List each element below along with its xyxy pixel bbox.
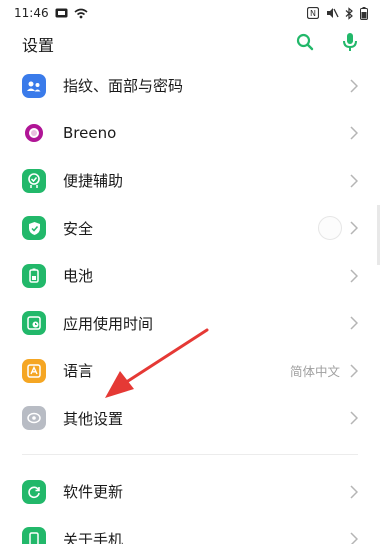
- message-icon: [55, 8, 68, 18]
- settings-item-label: Breeno: [63, 124, 117, 143]
- settings-item-label: 电池: [63, 267, 94, 286]
- page-title: 设置: [22, 36, 55, 55]
- microphone-icon[interactable]: [342, 32, 358, 56]
- battery-status-icon: [360, 6, 368, 20]
- settings-item-label: 便捷辅助: [63, 172, 124, 191]
- settings-item-label: 其他设置: [63, 409, 124, 428]
- settings-item-language[interactable]: 语言 简体中文: [0, 347, 380, 395]
- silent-icon: [325, 7, 339, 19]
- settings-item-label: 指纹、面部与密码: [63, 77, 184, 96]
- language-value: 简体中文: [289, 364, 340, 380]
- chevron-right-icon: [350, 269, 358, 283]
- chevron-right-icon: [350, 221, 358, 235]
- breeno-icon: [22, 121, 46, 145]
- assist-icon: [22, 168, 46, 193]
- chevron-right-icon: [350, 364, 358, 378]
- settings-item-label: 安全: [63, 219, 94, 238]
- app-header: 设置: [0, 26, 380, 62]
- settings-item-breeno[interactable]: Breeno: [0, 110, 380, 158]
- chevron-right-icon: [350, 174, 358, 188]
- bluetooth-icon: [345, 6, 354, 20]
- settings-item-label: 软件更新: [63, 483, 124, 502]
- settings-item-app-usage-time[interactable]: 应用使用时间: [0, 300, 380, 348]
- battery-icon: [22, 263, 46, 288]
- fingerprint-face-icon: [22, 73, 46, 98]
- settings-item-battery[interactable]: 电池: [0, 252, 380, 300]
- svg-text:N: N: [310, 9, 316, 18]
- section-divider: [0, 442, 380, 468]
- security-status-indicator: [318, 216, 342, 241]
- search-icon[interactable]: [296, 33, 314, 55]
- chevron-right-icon: [350, 532, 358, 544]
- nfc-icon: N: [307, 7, 319, 19]
- settings-item-label: 语言: [63, 362, 94, 381]
- settings-item-about-phone[interactable]: 关于手机: [0, 516, 380, 544]
- chevron-right-icon: [350, 485, 358, 499]
- app-usage-icon: [22, 311, 46, 336]
- status-time: 11:46: [14, 6, 49, 20]
- wifi-icon: [74, 8, 88, 19]
- settings-item-convenience-assist[interactable]: 便捷辅助: [0, 157, 380, 205]
- update-icon: [22, 479, 46, 504]
- settings-item-label: 关于手机: [63, 530, 124, 544]
- settings-item-software-update[interactable]: 软件更新: [0, 468, 380, 516]
- settings-item-other-settings[interactable]: 其他设置: [0, 395, 380, 443]
- chevron-right-icon: [350, 126, 358, 140]
- status-bar: 11:46 N: [0, 0, 380, 26]
- about-phone-icon: [22, 527, 46, 544]
- settings-list: 指纹、面部与密码 Breeno 便捷辅助 安全 电池 应用使用时间 语言 简体中…: [0, 62, 380, 544]
- settings-item-label: 应用使用时间: [63, 314, 154, 333]
- chevron-right-icon: [350, 79, 358, 93]
- settings-item-security[interactable]: 安全: [0, 205, 380, 253]
- chevron-right-icon: [350, 411, 358, 425]
- chevron-right-icon: [350, 316, 358, 330]
- language-icon: [22, 358, 46, 383]
- other-settings-icon: [22, 406, 46, 431]
- settings-item-fingerprint-face-password[interactable]: 指纹、面部与密码: [0, 62, 380, 110]
- shield-icon: [22, 216, 46, 241]
